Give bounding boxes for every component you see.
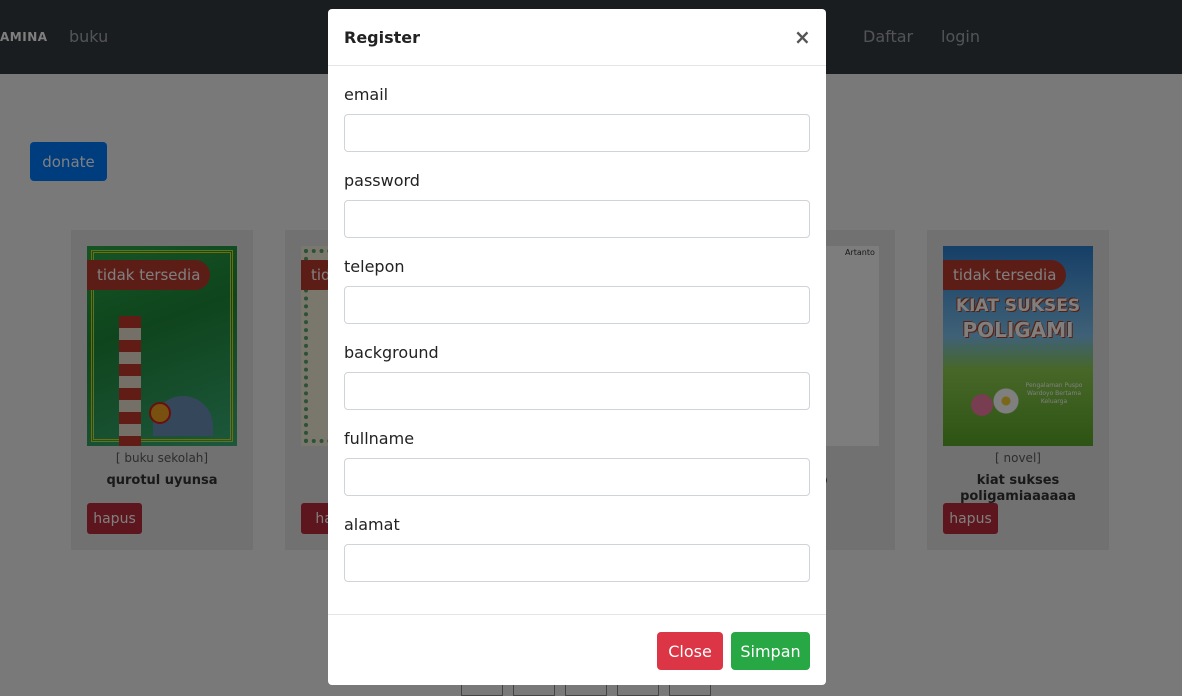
modal-footer: Close Simpan (328, 614, 826, 685)
save-button[interactable]: Simpan (731, 632, 810, 670)
email-field[interactable] (344, 114, 810, 152)
password-field[interactable] (344, 200, 810, 238)
telepon-label: telepon (344, 257, 405, 276)
register-modal: Register × email password telepon backgr… (328, 9, 826, 685)
modal-header: Register × (328, 9, 826, 66)
telepon-field[interactable] (344, 286, 810, 324)
alamat-field[interactable] (344, 544, 810, 582)
close-button[interactable]: Close (657, 632, 723, 670)
alamat-label: alamat (344, 515, 400, 534)
modal-title: Register (344, 28, 421, 47)
background-label: background (344, 343, 439, 362)
close-icon[interactable]: × (794, 25, 811, 49)
fullname-field[interactable] (344, 458, 810, 496)
email-label: email (344, 85, 389, 104)
fullname-label: fullname (344, 429, 415, 448)
background-field[interactable] (344, 372, 810, 410)
password-label: password (344, 171, 420, 190)
